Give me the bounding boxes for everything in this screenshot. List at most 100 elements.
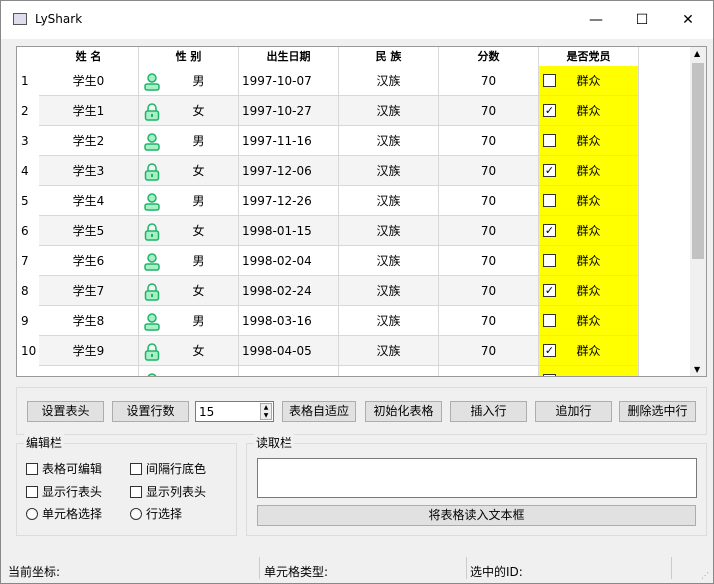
row-header[interactable]: 2 (17, 96, 39, 126)
cell-gender[interactable]: 男 (139, 186, 239, 216)
set-rows-button[interactable]: 设置行数 (112, 401, 189, 422)
autofit-button[interactable]: 表格自适应 (282, 401, 356, 422)
cell-birth[interactable]: 1998-03-16 (239, 306, 339, 336)
row-header[interactable]: 10 (17, 336, 39, 366)
read-table-button[interactable]: 将表格读入文本框 (257, 505, 696, 526)
cell-birth[interactable]: 1998-04-05 (239, 336, 339, 366)
editable-checkbox[interactable]: 表格可编辑 (26, 461, 102, 477)
cell-score[interactable] (439, 366, 539, 376)
cell-name[interactable]: 学生2 (39, 126, 139, 156)
cell-gender[interactable]: 男 (139, 66, 239, 96)
alt-color-checkbox[interactable]: 间隔行底色 (130, 461, 206, 477)
cell-gender[interactable]: 女 (139, 276, 239, 306)
rows-spinbox[interactable]: 15 ▲ ▼ (195, 401, 274, 422)
row-header[interactable]: 1 (17, 66, 39, 96)
cell-name[interactable]: 学生0 (39, 66, 139, 96)
cell-name[interactable]: 学生5 (39, 216, 139, 246)
cell-gender[interactable]: 男 (139, 306, 239, 336)
cell-birth[interactable]: 1998-01-15 (239, 216, 339, 246)
delete-row-button[interactable]: 删除选中行 (619, 401, 696, 422)
column-header[interactable]: 出生日期 (239, 47, 339, 66)
cell-name[interactable]: 学生1 (39, 96, 139, 126)
cell-ethnic[interactable]: 汉族 (339, 306, 439, 336)
cell-name[interactable]: 学生8 (39, 306, 139, 336)
cell-ethnic[interactable] (339, 366, 439, 376)
cell-ethnic[interactable]: 汉族 (339, 276, 439, 306)
insert-row-button[interactable]: 插入行 (450, 401, 527, 422)
party-checkbox[interactable] (543, 74, 556, 87)
row-header[interactable]: 7 (17, 246, 39, 276)
row-header[interactable] (17, 366, 39, 376)
row-select-radio[interactable]: 行选择 (130, 506, 182, 522)
cell-ethnic[interactable]: 汉族 (339, 156, 439, 186)
show-col-header-checkbox[interactable]: 显示列表头 (130, 484, 206, 500)
init-table-button[interactable]: 初始化表格 (365, 401, 442, 422)
cell-gender[interactable]: 女 (139, 216, 239, 246)
scrollbar-thumb[interactable] (692, 63, 704, 259)
cell-ethnic[interactable]: 汉族 (339, 186, 439, 216)
cell-party[interactable]: 群众 (539, 126, 639, 156)
row-header[interactable]: 5 (17, 186, 39, 216)
cell-name[interactable]: 学生6 (39, 246, 139, 276)
cell-gender[interactable]: 男 (139, 246, 239, 276)
cell-birth[interactable]: 1997-12-06 (239, 156, 339, 186)
cell-ethnic[interactable]: 汉族 (339, 66, 439, 96)
cell-party[interactable] (539, 366, 639, 376)
cell-birth[interactable]: 1997-12-26 (239, 186, 339, 216)
cell-gender[interactable] (139, 366, 239, 376)
cell-name[interactable] (39, 366, 139, 376)
column-header[interactable]: 性 别 (139, 47, 239, 66)
spin-arrows-icon[interactable]: ▲ ▼ (260, 403, 272, 420)
cell-party[interactable]: ✓ 群众 (539, 156, 639, 186)
close-button[interactable]: ✕ (665, 1, 711, 39)
party-checkbox[interactable] (543, 194, 556, 207)
party-checkbox[interactable] (543, 254, 556, 267)
cell-score[interactable]: 70 (439, 246, 539, 276)
scroll-down-icon[interactable]: ▼ (694, 365, 700, 374)
cell-birth[interactable]: 1998-02-04 (239, 246, 339, 276)
column-header[interactable]: 民 族 (339, 47, 439, 66)
column-header[interactable]: 分数 (439, 47, 539, 66)
cell-birth[interactable]: 1998-02-24 (239, 276, 339, 306)
cell-name[interactable]: 学生3 (39, 156, 139, 186)
vertical-scrollbar[interactable]: ▲ ▼ (690, 47, 706, 376)
cell-birth[interactable]: 1997-10-07 (239, 66, 339, 96)
row-header[interactable]: 6 (17, 216, 39, 246)
cell-ethnic[interactable]: 汉族 (339, 96, 439, 126)
set-header-button[interactable]: 设置表头 (27, 401, 104, 422)
scroll-up-icon[interactable]: ▲ (694, 49, 700, 58)
cell-name[interactable]: 学生9 (39, 336, 139, 366)
party-checkbox[interactable]: ✓ (543, 284, 556, 297)
cell-score[interactable]: 70 (439, 216, 539, 246)
cell-name[interactable]: 学生7 (39, 276, 139, 306)
party-checkbox[interactable]: ✓ (543, 344, 556, 357)
cell-gender[interactable]: 女 (139, 96, 239, 126)
cell-score[interactable]: 70 (439, 336, 539, 366)
show-row-header-checkbox[interactable]: 显示行表头 (26, 484, 102, 500)
party-checkbox[interactable]: ✓ (543, 164, 556, 177)
cell-birth[interactable] (239, 366, 339, 376)
row-header[interactable]: 4 (17, 156, 39, 186)
cell-party[interactable]: ✓ 群众 (539, 276, 639, 306)
resize-grip-icon[interactable]: ⋰ (701, 571, 709, 580)
cell-gender[interactable]: 女 (139, 336, 239, 366)
row-header[interactable]: 8 (17, 276, 39, 306)
column-header[interactable]: 姓 名 (39, 47, 139, 66)
cell-party[interactable]: 群众 (539, 66, 639, 96)
party-checkbox[interactable] (543, 374, 556, 376)
cell-score[interactable]: 70 (439, 276, 539, 306)
cell-birth[interactable]: 1997-11-16 (239, 126, 339, 156)
cell-score[interactable]: 70 (439, 186, 539, 216)
cell-party[interactable]: 群众 (539, 186, 639, 216)
cell-name[interactable]: 学生4 (39, 186, 139, 216)
cell-party[interactable]: ✓ 群众 (539, 216, 639, 246)
party-checkbox[interactable]: ✓ (543, 224, 556, 237)
cell-ethnic[interactable]: 汉族 (339, 216, 439, 246)
column-header[interactable]: 是否党员 (539, 47, 639, 66)
row-header[interactable]: 3 (17, 126, 39, 156)
cell-score[interactable]: 70 (439, 96, 539, 126)
cell-score[interactable]: 70 (439, 306, 539, 336)
cell-party[interactable]: 群众 (539, 306, 639, 336)
cell-ethnic[interactable]: 汉族 (339, 126, 439, 156)
read-textbox[interactable] (257, 458, 697, 498)
